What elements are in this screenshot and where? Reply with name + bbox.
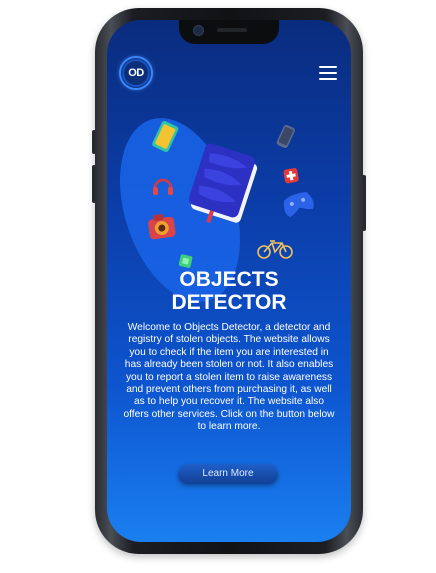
title-line-1: OBJECTS: [179, 268, 279, 291]
page-title: OBJECTS DETECTOR: [107, 268, 351, 314]
hero-description: Welcome to Objects Detector, a detector …: [123, 322, 335, 433]
speaker-grille: [217, 28, 247, 32]
headphones-icon: [153, 178, 173, 195]
green-item-icon: [178, 254, 193, 268]
tablet-icon: [152, 120, 179, 152]
camera-icon: [148, 214, 176, 240]
hamburger-menu-icon[interactable]: [319, 66, 337, 80]
site-logo[interactable]: OD: [121, 58, 151, 88]
title-line-2: DETECTOR: [171, 291, 287, 314]
book-icon: [188, 143, 258, 223]
mockup-stage: OD OBJECTS DETECTOR Welcome to Objects D…: [0, 0, 436, 573]
game-controller-icon: [283, 192, 314, 218]
first-aid-icon: [283, 168, 299, 184]
phone-screen: OD OBJECTS DETECTOR Welcome to Objects D…: [107, 20, 351, 542]
learn-more-button[interactable]: Learn More: [178, 464, 278, 484]
phone-notch: [179, 20, 279, 44]
bicycle-icon: [257, 240, 293, 259]
hero-illustration: [148, 120, 314, 268]
phone-icon: [276, 124, 295, 149]
front-camera-icon: [193, 25, 204, 36]
